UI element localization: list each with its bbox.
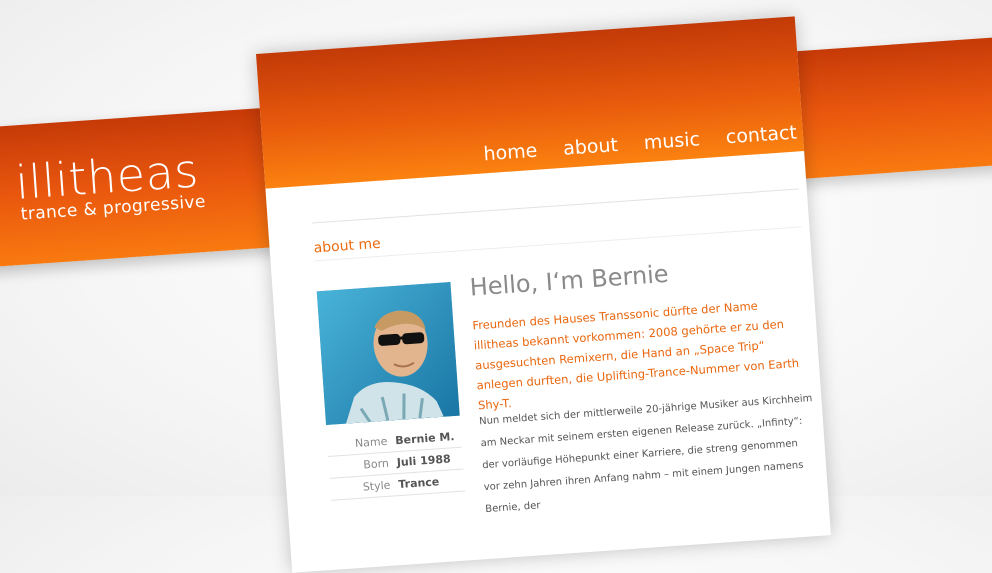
divider	[311, 188, 799, 224]
nav-about[interactable]: about	[562, 134, 618, 160]
nav-music[interactable]: music	[643, 128, 701, 154]
divider	[314, 226, 802, 262]
body-text: Nun meldet sich der mittlerweile 20-jähr…	[478, 393, 813, 516]
page-card: home about music contact about me Name B…	[256, 16, 831, 573]
profile-photo	[316, 281, 460, 426]
profile-label: Born	[362, 456, 390, 472]
section-title: about me	[313, 235, 382, 257]
profile-table: Name Bernie M. Born Juli 1988 Style Tran…	[326, 425, 466, 501]
page-header: home about music contact	[256, 16, 805, 189]
profile-value: Bernie M.	[394, 430, 455, 448]
page-title: Hello, I‘m Bernie	[468, 259, 670, 302]
profile-label: Style	[362, 478, 391, 494]
profile-label: Name	[354, 434, 388, 451]
profile-value: Juli 1988	[396, 452, 452, 470]
nav-contact[interactable]: contact	[725, 121, 797, 148]
profile-value: Trance	[397, 475, 440, 492]
main-nav: home about music contact	[483, 121, 798, 165]
nav-home[interactable]: home	[483, 140, 538, 166]
site-logo[interactable]: illitheas trance & progressive	[14, 143, 207, 224]
